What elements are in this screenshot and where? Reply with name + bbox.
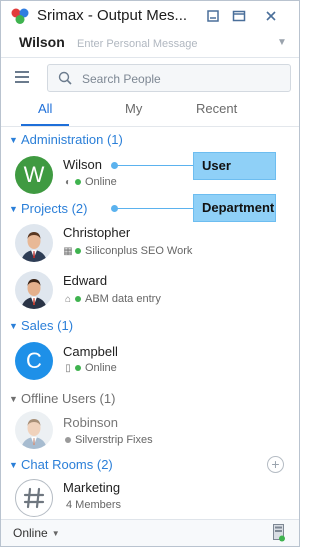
contact-status-campbell: ▯ Online: [63, 362, 117, 374]
status-text: Silverstrip Fixes: [75, 434, 153, 446]
contact-status-edward: ⌂ ABM data entry: [63, 293, 161, 305]
chevron-down-icon: ▼: [9, 135, 18, 145]
messenger-window: Srimax - Output Mes... Wilson ▼ All My R…: [0, 0, 300, 547]
contact-status-robinson: Silverstrip Fixes: [63, 434, 153, 446]
contact-name-wilson[interactable]: Wilson: [63, 157, 102, 172]
building-icon: ▦: [63, 246, 73, 257]
hamburger-menu-icon[interactable]: [15, 71, 29, 83]
personal-message-input[interactable]: [77, 35, 267, 53]
title-bar: Srimax - Output Mes...: [1, 1, 299, 31]
avatar-initial: C: [26, 348, 42, 373]
tab-my[interactable]: My: [125, 101, 142, 116]
minimize-icon[interactable]: [205, 8, 221, 24]
avatar-christopher[interactable]: [15, 224, 53, 262]
group-label: Administration (1): [21, 132, 123, 147]
status-text: Siliconplus SEO Work: [85, 245, 193, 257]
search-input[interactable]: [82, 70, 282, 88]
status-text: Online: [85, 362, 117, 374]
chevron-down-icon: ▼: [9, 460, 18, 470]
search-box[interactable]: [47, 64, 291, 92]
contact-name-edward[interactable]: Edward: [63, 273, 107, 288]
status-text: ABM data entry: [85, 293, 161, 305]
status-footer: Online ▼: [1, 519, 299, 546]
online-dot-icon: [75, 295, 81, 302]
avatar-edward[interactable]: [15, 271, 53, 309]
connection-status-icon[interactable]: [273, 524, 285, 542]
tab-all[interactable]: All: [38, 101, 52, 116]
chat-room-name[interactable]: Marketing: [63, 480, 120, 495]
avatar-wilson[interactable]: W: [15, 156, 53, 194]
contact-name-campbell[interactable]: Campbell: [63, 344, 118, 359]
close-icon[interactable]: [263, 8, 279, 24]
contact-name-christopher[interactable]: Christopher: [63, 225, 130, 240]
group-label: Chat Rooms (2): [21, 457, 113, 472]
callout-user-label: User: [193, 152, 276, 180]
chevron-down-icon: ▼: [9, 394, 18, 404]
group-label: Sales (1): [21, 318, 74, 333]
presence-status-dropdown[interactable]: Online ▼: [13, 526, 60, 540]
offline-dot-icon: [65, 436, 71, 443]
contact-status-christopher: ▦ Siliconplus SEO Work: [63, 245, 192, 257]
tab-recent[interactable]: Recent: [196, 101, 237, 116]
contact-name-robinson[interactable]: Robinson: [63, 415, 118, 430]
chevron-down-icon: ▼: [9, 204, 18, 214]
group-label: Projects (2): [21, 201, 88, 216]
status-text: Online: [85, 176, 117, 188]
chat-room-members: 4 Members: [66, 499, 122, 511]
home-icon: ⌂: [64, 294, 72, 305]
online-dot-icon: [75, 178, 81, 185]
personal-message-dropdown-icon[interactable]: ▼: [277, 37, 287, 48]
contact-status-wilson: ◐ Online: [63, 176, 117, 188]
add-chat-room-icon[interactable]: +: [267, 456, 284, 473]
maximize-icon[interactable]: [231, 8, 247, 24]
user-row: Wilson ▼: [1, 31, 299, 57]
group-chat-rooms[interactable]: ▼ Chat Rooms (2): [9, 457, 113, 472]
divider: [1, 57, 299, 58]
avatar-initial: W: [23, 162, 45, 187]
callout-department-label: Department: [193, 194, 276, 222]
online-dot-icon: [75, 364, 81, 371]
window-title: Srimax - Output Mes...: [37, 7, 188, 24]
callout-line: [115, 165, 193, 166]
chat-room-hash-icon[interactable]: [15, 479, 53, 517]
online-dot-icon: [75, 247, 81, 254]
tab-divider: [1, 126, 299, 127]
group-label: Offline Users (1): [21, 391, 116, 406]
avatar-robinson[interactable]: [15, 411, 53, 449]
group-administration[interactable]: ▼ Administration (1): [9, 132, 123, 147]
callout-line: [115, 208, 193, 209]
presence-status-label: Online: [13, 526, 48, 540]
desktop-client-icon: ◐: [64, 177, 72, 188]
chevron-down-icon: ▼: [51, 529, 60, 538]
current-user-name: Wilson: [19, 34, 65, 50]
group-offline-users[interactable]: ▼ Offline Users (1): [9, 391, 115, 406]
app-logo-icon: [11, 8, 29, 24]
chevron-down-icon: ▼: [9, 321, 18, 331]
tab-bar: All My Recent: [1, 101, 299, 127]
search-icon: [58, 71, 72, 85]
group-sales[interactable]: ▼ Sales (1): [9, 318, 73, 333]
mobile-icon: ▯: [65, 363, 71, 374]
avatar-campbell[interactable]: C: [15, 342, 53, 380]
group-projects[interactable]: ▼ Projects (2): [9, 201, 87, 216]
